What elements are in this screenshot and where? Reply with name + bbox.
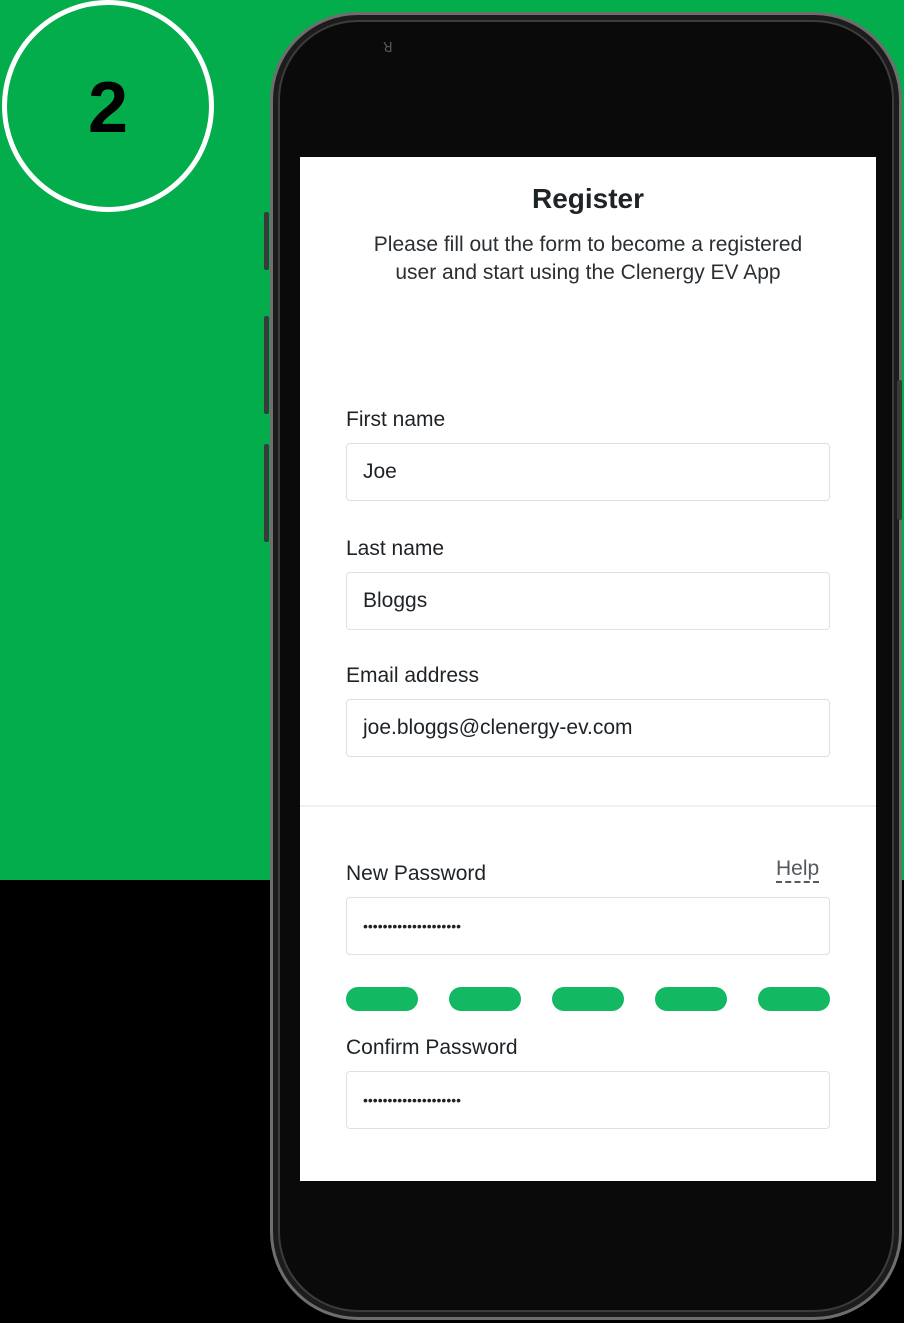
password-strength-meter: [346, 987, 830, 1011]
last-name-label: Last name: [346, 537, 445, 560]
confirm-password-label: Confirm Password: [346, 1036, 518, 1059]
new-password-value: ••••••••••••••••••••: [363, 918, 462, 934]
section-divider: [300, 805, 876, 807]
last-name-input[interactable]: Bloggs: [346, 572, 830, 630]
phone-volume-up-button: [264, 316, 269, 414]
first-name-label: First name: [346, 408, 446, 431]
email-input[interactable]: joe.bloggs@clenergy-ev.com: [346, 699, 830, 757]
first-name-input[interactable]: Joe: [346, 443, 830, 501]
confirm-password-value: ••••••••••••••••••••: [363, 1092, 462, 1108]
camera-indicator-icon: ꓤ: [383, 40, 393, 56]
last-name-value: Bloggs: [363, 589, 428, 612]
strength-segment: [552, 987, 624, 1011]
step-number-badge: 2: [2, 0, 214, 212]
new-password-input[interactable]: ••••••••••••••••••••: [346, 897, 830, 955]
phone-volume-down-button: [264, 444, 269, 542]
email-value: joe.bloggs@clenergy-ev.com: [363, 716, 633, 739]
new-password-label: New Password: [346, 862, 487, 885]
strength-segment: [346, 987, 418, 1011]
phone-action-button: [264, 212, 269, 270]
strength-segment: [655, 987, 727, 1011]
first-name-value: Joe: [363, 460, 397, 483]
email-label: Email address: [346, 664, 480, 687]
strength-segment: [449, 987, 521, 1011]
password-help-link[interactable]: Help: [776, 857, 820, 883]
strength-segment: [758, 987, 830, 1011]
page-title: Register: [531, 183, 645, 214]
step-number: 2: [87, 68, 129, 148]
phone-power-button: [897, 380, 902, 520]
page-subtitle: Please fill out the form to become a reg…: [373, 233, 803, 284]
confirm-password-input[interactable]: ••••••••••••••••••••: [346, 1071, 830, 1129]
register-screen: Register Please fill out the form to bec…: [300, 157, 876, 1181]
